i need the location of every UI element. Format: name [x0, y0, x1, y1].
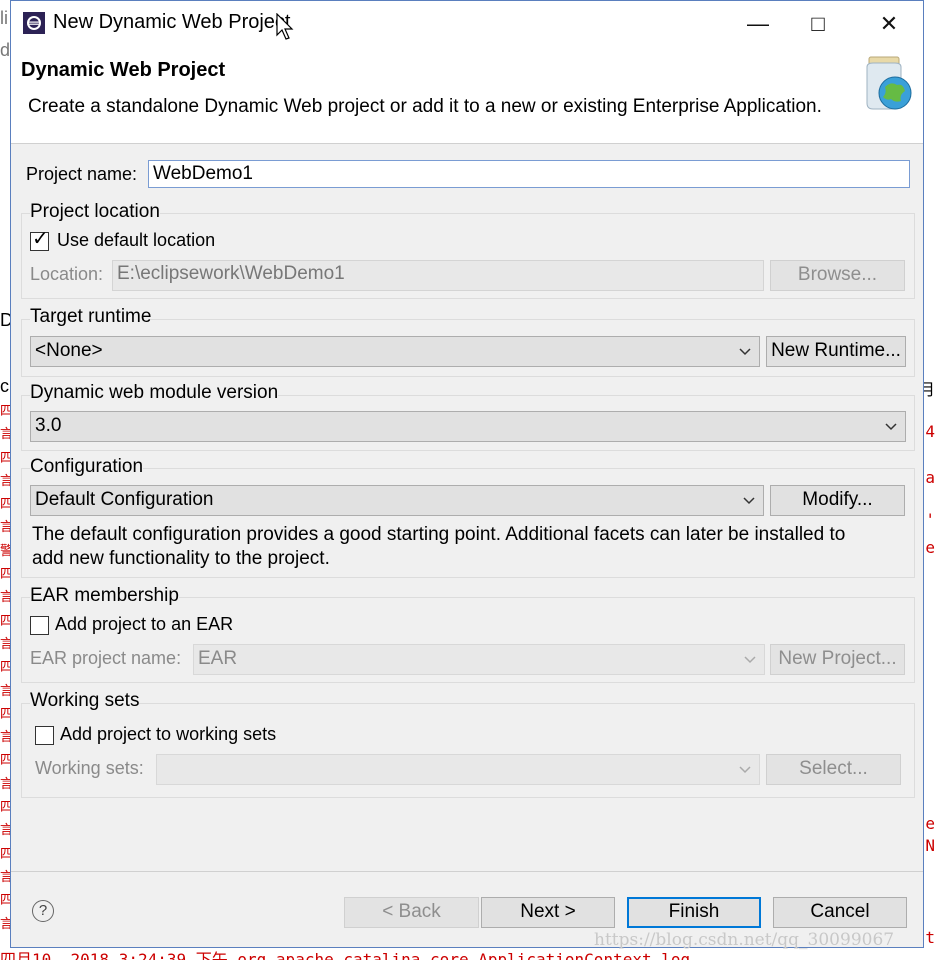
mouse-cursor-icon	[276, 13, 294, 40]
target-runtime-select[interactable]: <None>	[30, 336, 760, 367]
title-bar[interactable]: New Dynamic Web Project — □ ✕	[11, 1, 923, 45]
configuration-description-line-1: The default configuration provides a goo…	[32, 524, 846, 545]
background-text: e	[925, 814, 935, 833]
target-runtime-selected-value: <None>	[35, 340, 103, 361]
project-location-heading: Project location	[30, 201, 160, 223]
new-ear-project-button[interactable]: New Project...	[770, 644, 905, 675]
new-dynamic-web-project-dialog: New Dynamic Web Project — □ ✕ Dynamic We…	[10, 0, 924, 948]
background-text: a	[925, 468, 935, 487]
background-text: t	[925, 928, 935, 947]
background-text: N	[925, 836, 935, 855]
background-text: 4	[925, 422, 935, 441]
chevron-down-icon	[885, 423, 897, 431]
module-version-heading: Dynamic web module version	[30, 382, 279, 404]
configuration-description-line-2: add new functionality to the project.	[32, 548, 330, 569]
cancel-button[interactable]: Cancel	[773, 897, 907, 928]
background-text: c	[0, 376, 9, 396]
help-icon[interactable]: ?	[32, 900, 54, 922]
modify-button[interactable]: Modify...	[770, 485, 905, 516]
checkmark-icon: ✓	[32, 228, 49, 250]
csdn-watermark: https://blog.csdn.net/qq_30099067	[594, 930, 895, 950]
working-sets-heading: Working sets	[30, 690, 140, 712]
chevron-down-icon	[739, 348, 751, 356]
chevron-down-icon	[744, 656, 756, 664]
ear-project-name-value: EAR	[198, 648, 238, 669]
window-title: New Dynamic Web Project	[53, 11, 291, 33]
back-button[interactable]: < Back	[344, 897, 479, 928]
background-text: d	[0, 40, 11, 60]
close-button[interactable]: ✕	[866, 9, 912, 39]
background-text: e	[925, 538, 935, 557]
location-label: Location:	[30, 264, 104, 284]
module-version-selected-value: 3.0	[35, 415, 62, 436]
add-to-ear-label: Add project to an EAR	[55, 614, 234, 634]
chevron-down-icon	[743, 497, 755, 505]
finish-button[interactable]: Finish	[627, 897, 761, 928]
wizard-banner: Dynamic Web Project Create a standalone …	[11, 45, 923, 144]
web-project-jar-globe-icon	[866, 56, 912, 110]
next-button[interactable]: Next >	[481, 897, 615, 928]
minimize-button[interactable]: —	[735, 9, 781, 39]
ear-project-name-select[interactable]: EAR	[193, 644, 765, 675]
working-sets-label: Working sets:	[35, 758, 144, 778]
use-default-location-checkbox[interactable]: ✓	[30, 228, 49, 251]
location-input[interactable]: E:\eclipsework\WebDemo1	[112, 260, 764, 291]
add-to-working-sets-checkbox[interactable]	[35, 726, 54, 745]
working-sets-select[interactable]	[156, 754, 760, 785]
select-working-sets-button[interactable]: Select...	[766, 754, 901, 785]
add-to-working-sets-label: Add project to working sets	[60, 724, 277, 744]
configuration-selected-value: Default Configuration	[35, 489, 214, 510]
target-runtime-heading: Target runtime	[30, 306, 152, 328]
background-ide-right-edge: 月 4 a ' e e N t	[919, 0, 935, 960]
project-name-label: Project name:	[26, 164, 138, 184]
page-description: Create a standalone Dynamic Web project …	[28, 96, 822, 117]
eclipse-app-icon	[23, 12, 45, 34]
configuration-heading: Configuration	[30, 456, 144, 478]
module-version-select[interactable]: 3.0	[30, 411, 906, 442]
configuration-select[interactable]: Default Configuration	[30, 485, 764, 516]
background-text: '	[925, 510, 935, 529]
ear-project-name-label: EAR project name:	[30, 648, 182, 668]
new-runtime-button[interactable]: New Runtime...	[766, 336, 906, 367]
maximize-button[interactable]: □	[795, 9, 841, 39]
project-name-input[interactable]: WebDemo1	[148, 160, 910, 188]
use-default-location-label: Use default location	[57, 230, 216, 250]
add-to-ear-checkbox[interactable]	[30, 616, 49, 635]
page-title: Dynamic Web Project	[21, 59, 226, 81]
chevron-down-icon	[739, 766, 751, 774]
background-text: li	[0, 8, 8, 28]
ear-membership-heading: EAR membership	[30, 585, 179, 607]
browse-button[interactable]: Browse...	[770, 260, 905, 291]
footer-separator	[11, 871, 923, 872]
